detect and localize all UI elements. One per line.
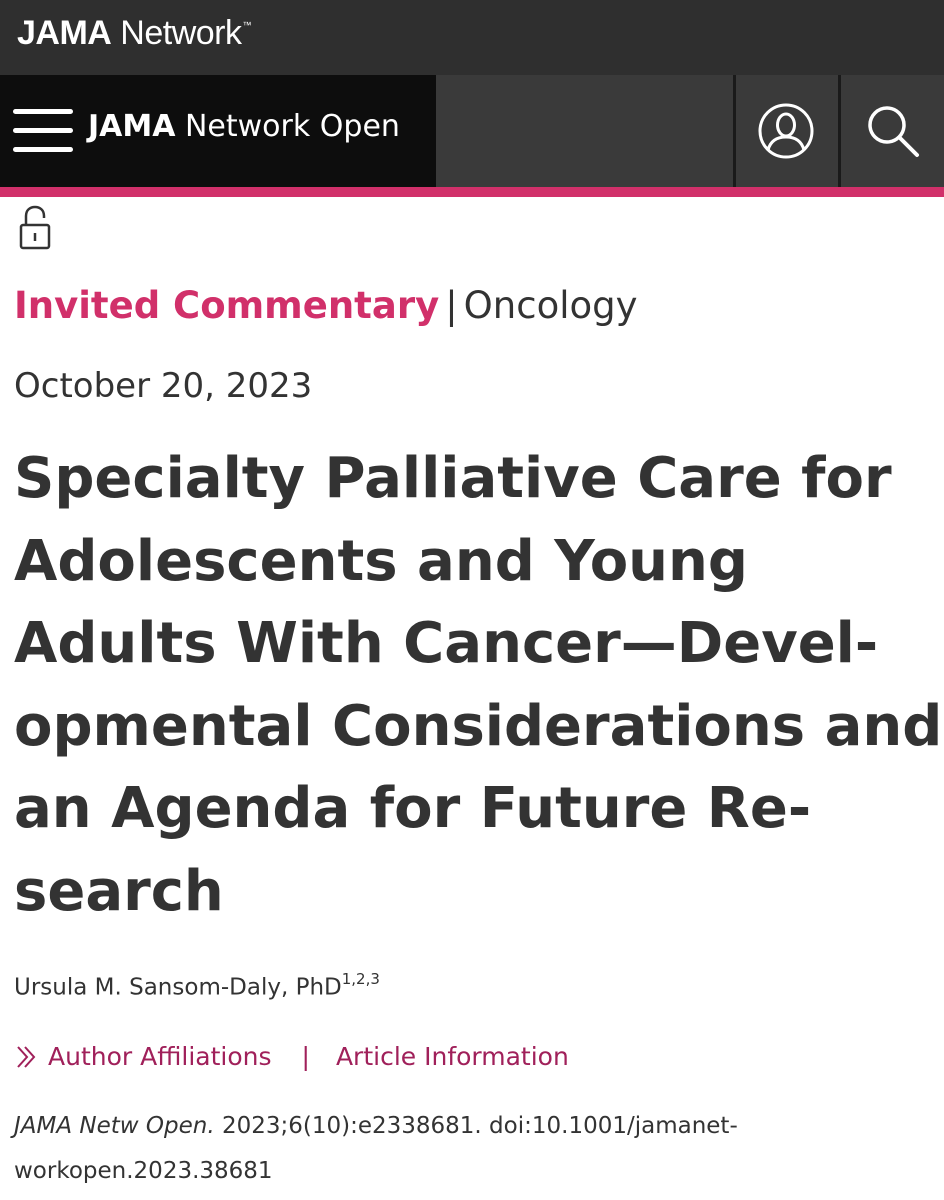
journal-navbar: JAMA Network Open: [0, 75, 944, 187]
logo-text: Network: [111, 14, 242, 52]
trademark-mark: ™: [242, 20, 251, 30]
title-line: Specialty Palliative Care for: [14, 446, 892, 511]
publication-date: October 20, 2023: [14, 366, 313, 406]
author-affiliations-link[interactable]: Author Affiliations: [48, 1042, 272, 1071]
journal-title-bold: JAMA: [88, 109, 176, 144]
article-citation: JAMA Netw Open. 2023;6(10):e2338681. doi…: [14, 1104, 914, 1194]
journal-nav-left: JAMA Network Open: [0, 75, 436, 187]
subject-link[interactable]: Oncology: [464, 284, 638, 327]
author-affiliation-marks: 1,2,3: [341, 970, 380, 988]
category-separator: |: [445, 284, 458, 327]
journal-title-rest: Network Open: [175, 109, 400, 144]
article-type-link[interactable]: Invited Commentary: [14, 284, 439, 327]
article-category: Invited Commentary | Oncology: [14, 284, 638, 327]
article-title: Specialty Palliative Care for Adolescent…: [14, 438, 943, 933]
title-line: opmental Considerations and: [14, 693, 943, 759]
links-separator: |: [301, 1042, 310, 1071]
article-info-links: Author Affiliations | Article Informatio…: [14, 1042, 569, 1071]
account-button[interactable]: [736, 75, 836, 187]
search-icon: [867, 106, 919, 157]
logo-bold-text: JAMA: [17, 14, 112, 52]
network-header: JAMA Network™: [0, 0, 944, 75]
unlocked-open-access-icon: [19, 205, 51, 250]
jama-network-logo[interactable]: JAMA Network™: [17, 14, 251, 53]
citation-details: 2023;6(10):e2338681. doi:10.1001/jamanet…: [214, 1113, 738, 1139]
user-account-icon: [758, 103, 814, 159]
title-line: search: [14, 858, 224, 924]
article-information-link[interactable]: Article Information: [336, 1042, 569, 1071]
author-name[interactable]: Ursula M. Sansom-Daly, PhD: [14, 975, 342, 1001]
search-button[interactable]: [841, 75, 944, 187]
citation-journal: JAMA Netw Open.: [14, 1113, 215, 1139]
title-line: Adolescents and Young: [14, 528, 748, 594]
author-byline: Ursula M. Sansom-Daly, PhD1,2,3: [14, 970, 380, 1001]
accent-stripe: [0, 187, 944, 197]
title-line: Adults With Cancer—Devel-: [14, 611, 879, 676]
journal-title-link[interactable]: JAMA Network Open: [88, 109, 400, 144]
hamburger-menu-icon[interactable]: [13, 109, 73, 155]
double-chevron-right-icon: [17, 1045, 36, 1068]
citation-details-continued: workopen.2023.38681: [14, 1158, 273, 1184]
title-line: an Agenda for Future Re-: [14, 776, 812, 841]
